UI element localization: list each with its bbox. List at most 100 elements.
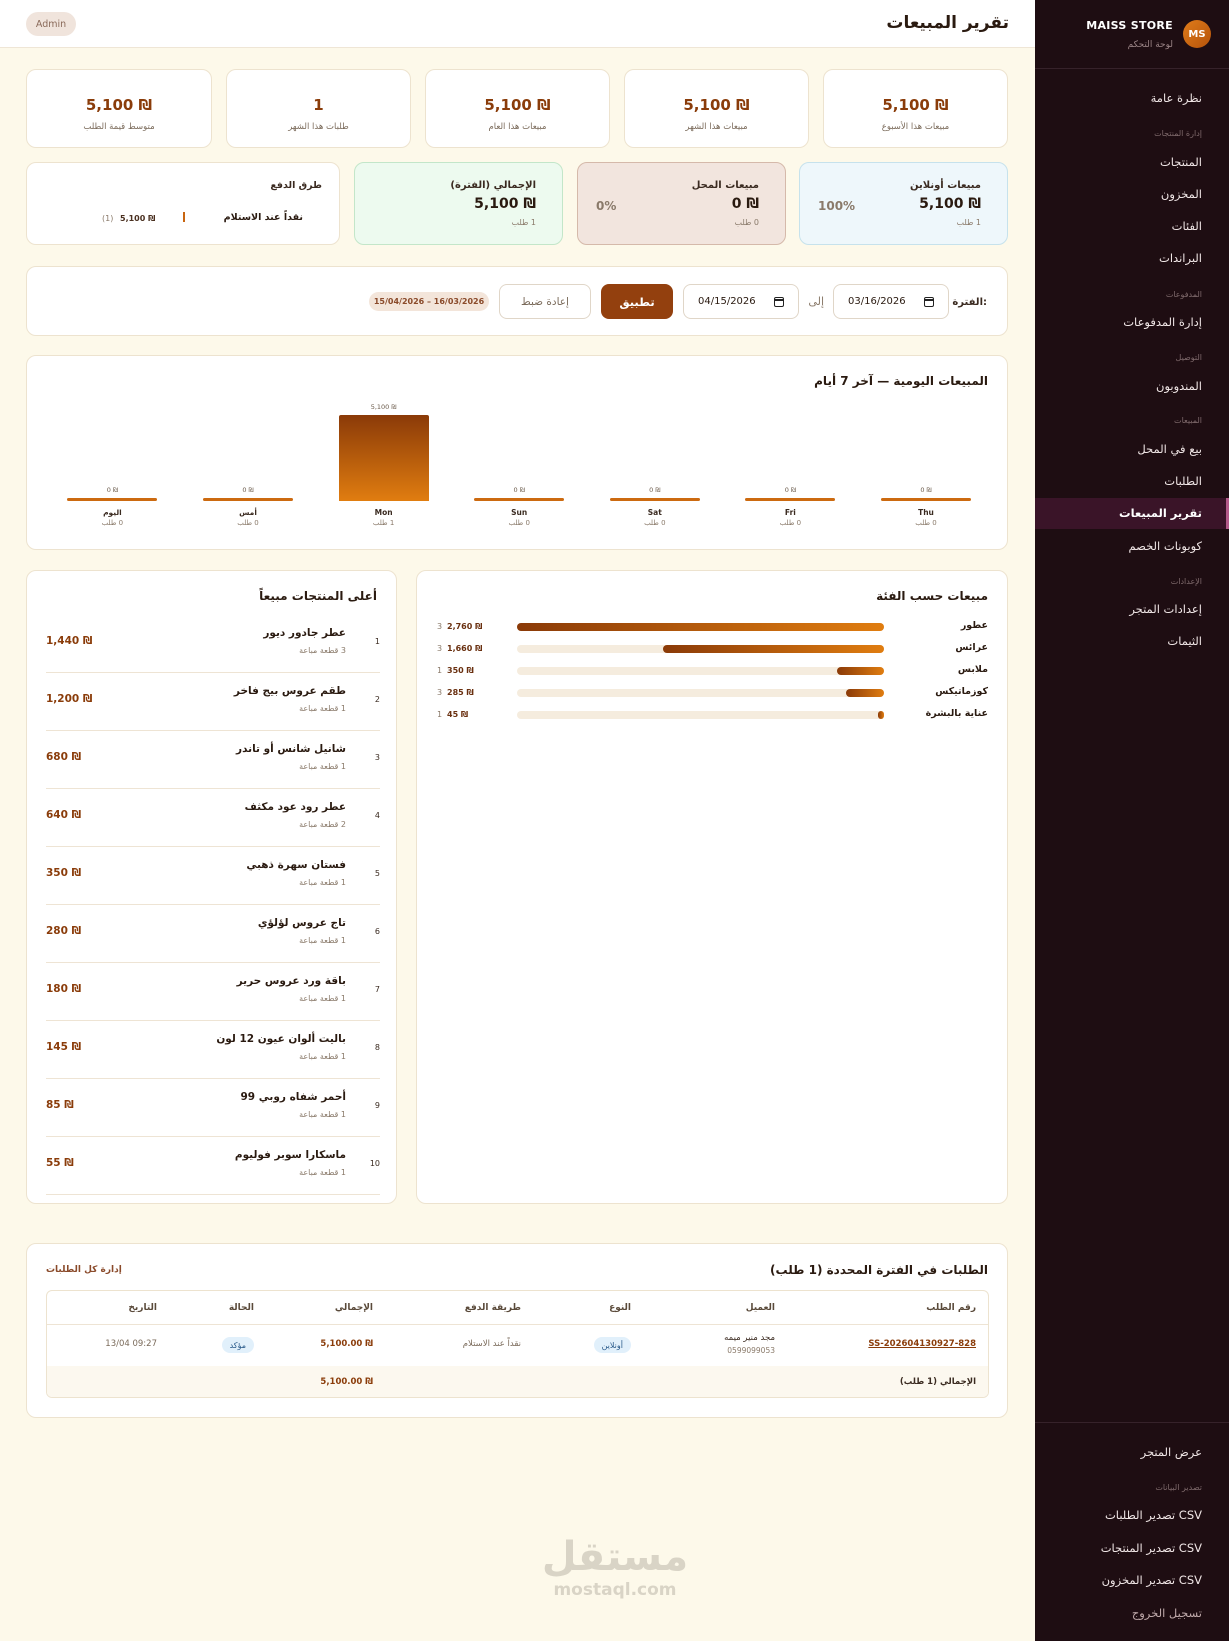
sidebar-item-products[interactable]: المنتجات xyxy=(1160,155,1202,169)
product-rank: 4 xyxy=(374,811,380,820)
bar-value-label: 0 ₪ xyxy=(513,486,525,494)
customer-phone: 0599099053 xyxy=(727,1346,775,1355)
sidebar-item-delegates[interactable]: المندوبون xyxy=(1156,379,1202,393)
stat-card-avg-order: 5,100 ₪ متوسط قيمة الطلب xyxy=(26,69,212,148)
list-item[interactable]: 4 عطر رود عود مكثف 2 قطعة مباعة 640 ₪ xyxy=(46,789,380,847)
sidebar-item-store-settings[interactable]: إعدادات المتجر xyxy=(1129,602,1202,616)
chart-bar xyxy=(609,498,700,501)
manage-orders-link[interactable]: إدارة كل الطلبات xyxy=(46,1265,122,1275)
sidebar-item-export-inventory[interactable]: تصدير المخزون CSV xyxy=(1102,1573,1202,1587)
sidebar-item-export-products[interactable]: تصدير المنتجات CSV xyxy=(1101,1541,1202,1555)
date-from-value: 03/16/2026 xyxy=(848,296,906,307)
sidebar-item-orders[interactable]: الطلبات xyxy=(1164,474,1202,488)
product-sold-count: 1 قطعة مباعة xyxy=(299,994,346,1003)
filter-bar: الفترة: 03/16/2026 إلى 04/15/2026 تطبيق … xyxy=(26,266,1008,336)
period-total-card: الإجمالي (الفترة) 5,100 ₪ 1 طلب xyxy=(354,162,563,245)
product-revenue: 180 ₪ xyxy=(46,983,82,995)
product-revenue: 55 ₪ xyxy=(46,1157,74,1169)
category-name: كوزماتيكس xyxy=(935,686,988,697)
table-footer: الإجمالي (1 طلب) 5,100.00 ₪ xyxy=(47,1366,988,1397)
sidebar-item-view-store[interactable]: عرض المتجر xyxy=(1141,1445,1202,1459)
product-name: أحمر شفاه روبي 99 xyxy=(240,1091,347,1103)
list-item[interactable]: 10 ماسكارا سوبر فوليوم 1 قطعة مباعة 55 ₪ xyxy=(46,1137,380,1195)
card-percent: 100% xyxy=(818,199,856,213)
column-header: الإجمالي xyxy=(334,1303,373,1313)
sidebar-item-categories[interactable]: الفئات xyxy=(1172,219,1202,233)
x-tick-label: Thu xyxy=(918,508,934,517)
product-rank: 8 xyxy=(374,1043,380,1052)
category-amount: 2,760 ₪ xyxy=(447,622,483,631)
product-sold-count: 1 قطعة مباعة xyxy=(299,1110,346,1119)
product-rank: 2 xyxy=(374,695,380,704)
footer-label: الإجمالي (1 طلب) xyxy=(899,1377,976,1387)
product-name: فستان سهرة ذهبي xyxy=(246,859,346,871)
date-range-badge: 15/04/2026 – 16/03/2026 xyxy=(369,292,489,311)
sidebar-item-inventory[interactable]: المخزون xyxy=(1161,187,1202,201)
product-rank: 6 xyxy=(374,927,380,936)
product-name: ماسكارا سوبر فوليوم xyxy=(234,1149,346,1161)
column-header: الحالة xyxy=(228,1303,254,1313)
calendar-icon[interactable] xyxy=(774,297,784,307)
section-title: أعلى المنتجات مبيعاً xyxy=(259,589,377,603)
category-name: عرائس xyxy=(955,642,988,653)
category-amount: 45 ₪ xyxy=(447,710,469,719)
list-item[interactable]: 1 عطر جادور ديور 3 قطعة مباعة 1,440 ₪ xyxy=(46,615,380,673)
card-title: مبيعات المحل xyxy=(691,180,759,191)
x-tick-sublabel: 0 طلب xyxy=(779,519,802,527)
sidebar-item-payments[interactable]: إدارة المدفوعات xyxy=(1123,315,1202,329)
payment-method: نقداً عند الاستلام xyxy=(462,1339,521,1349)
card-value: 5,100 ₪ xyxy=(474,196,536,212)
store-subtitle: لوحة التحكم xyxy=(1127,40,1173,50)
date-to-input[interactable]: 04/15/2026 xyxy=(683,284,799,319)
payment-methods-card: طرق الدفع نقداً عند الاستلام 5,100 ₪ (1) xyxy=(26,162,340,245)
page-title: تقرير المبيعات xyxy=(886,13,1009,33)
x-tick-sublabel: 0 طلب xyxy=(915,519,937,527)
stat-card-year: 5,100 ₪ مبيعات هذا العام xyxy=(425,69,610,148)
reset-button[interactable]: إعادة ضبط xyxy=(499,284,591,319)
payment-method-amount: 5,100 ₪ xyxy=(120,214,156,223)
product-revenue: 350 ₪ xyxy=(46,867,82,879)
category-bar-track xyxy=(517,623,884,631)
date-from-input[interactable]: 03/16/2026 xyxy=(833,284,949,319)
online-sales-card: مبيعات أونلاين 5,100 ₪ 1 طلب 100% xyxy=(799,162,1008,245)
sidebar-item-sales-report[interactable]: تقرير المبيعات xyxy=(1119,506,1202,520)
list-item[interactable]: 2 طقم عروس بيج فاخر 1 قطعة مباعة 1,200 ₪ xyxy=(46,673,380,731)
admin-badge[interactable]: Admin xyxy=(26,12,76,36)
payment-method-count: (1) xyxy=(102,214,114,223)
bar-value-label: 0 ₪ xyxy=(784,486,797,494)
topbar: تقرير المبيعات Admin xyxy=(0,0,1035,48)
sidebar-item-logout[interactable]: تسجيل الخروج xyxy=(1132,1606,1202,1620)
x-tick-label: Fri xyxy=(784,508,796,517)
section-title: الطلبات في الفترة المحددة (1 طلب) xyxy=(770,1263,988,1277)
list-item[interactable]: 3 شانيل شانس أو تاندر 1 قطعة مباعة 680 ₪ xyxy=(46,731,380,789)
product-revenue: 640 ₪ xyxy=(46,809,82,821)
product-sold-count: 1 قطعة مباعة xyxy=(299,878,346,887)
sidebar-item-pos[interactable]: بيع في المحل xyxy=(1137,442,1202,456)
sidebar-item-themes[interactable]: الثيمات xyxy=(1167,634,1202,648)
sidebar-group-payments: المدفوعات xyxy=(1165,290,1202,299)
list-item[interactable]: 9 أحمر شفاه روبي 99 1 قطعة مباعة 85 ₪ xyxy=(46,1079,380,1137)
calendar-icon[interactable] xyxy=(924,297,934,307)
sidebar-item-export-orders[interactable]: تصدير الطلبات CSV xyxy=(1105,1508,1202,1522)
x-tick-label: أمس xyxy=(239,508,257,517)
x-tick-label: Sun xyxy=(511,508,528,517)
sidebar-item-coupons[interactable]: كوبونات الخصم xyxy=(1129,539,1203,553)
sidebar-item-brands[interactable]: البراندات xyxy=(1159,251,1202,265)
category-amount: 285 ₪ xyxy=(447,688,474,697)
list-item[interactable]: 7 باقة ورد عروس حرير 1 قطعة مباعة 180 ₪ xyxy=(46,963,380,1021)
list-item[interactable]: 6 تاج عروس لؤلؤي 1 قطعة مباعة 280 ₪ xyxy=(46,905,380,963)
product-name: شانيل شانس أو تاندر xyxy=(236,743,346,755)
card-value: 5,100 ₪ xyxy=(919,196,981,212)
sidebar-item-overview[interactable]: نظرة عامة xyxy=(1151,91,1202,105)
order-number-link[interactable]: SS-202604130927-828 xyxy=(868,1339,976,1349)
list-item[interactable]: 5 فستان سهرة ذهبي 1 قطعة مباعة 350 ₪ xyxy=(46,847,380,905)
list-item[interactable]: 8 باليت ألوان عيون 12 لون 1 قطعة مباعة 145 … xyxy=(46,1021,380,1079)
type-badge: أونلاين xyxy=(593,1337,631,1353)
product-name: باليت ألوان عيون 12 لون xyxy=(216,1033,346,1045)
product-revenue: 280 ₪ xyxy=(46,925,82,937)
stat-label: متوسط قيمة الطلب xyxy=(83,122,155,132)
product-rank: 3 xyxy=(374,753,380,762)
category-name: عطور xyxy=(960,620,988,631)
apply-button[interactable]: تطبيق xyxy=(601,284,673,319)
x-tick-sublabel: 0 طلب xyxy=(644,519,666,527)
